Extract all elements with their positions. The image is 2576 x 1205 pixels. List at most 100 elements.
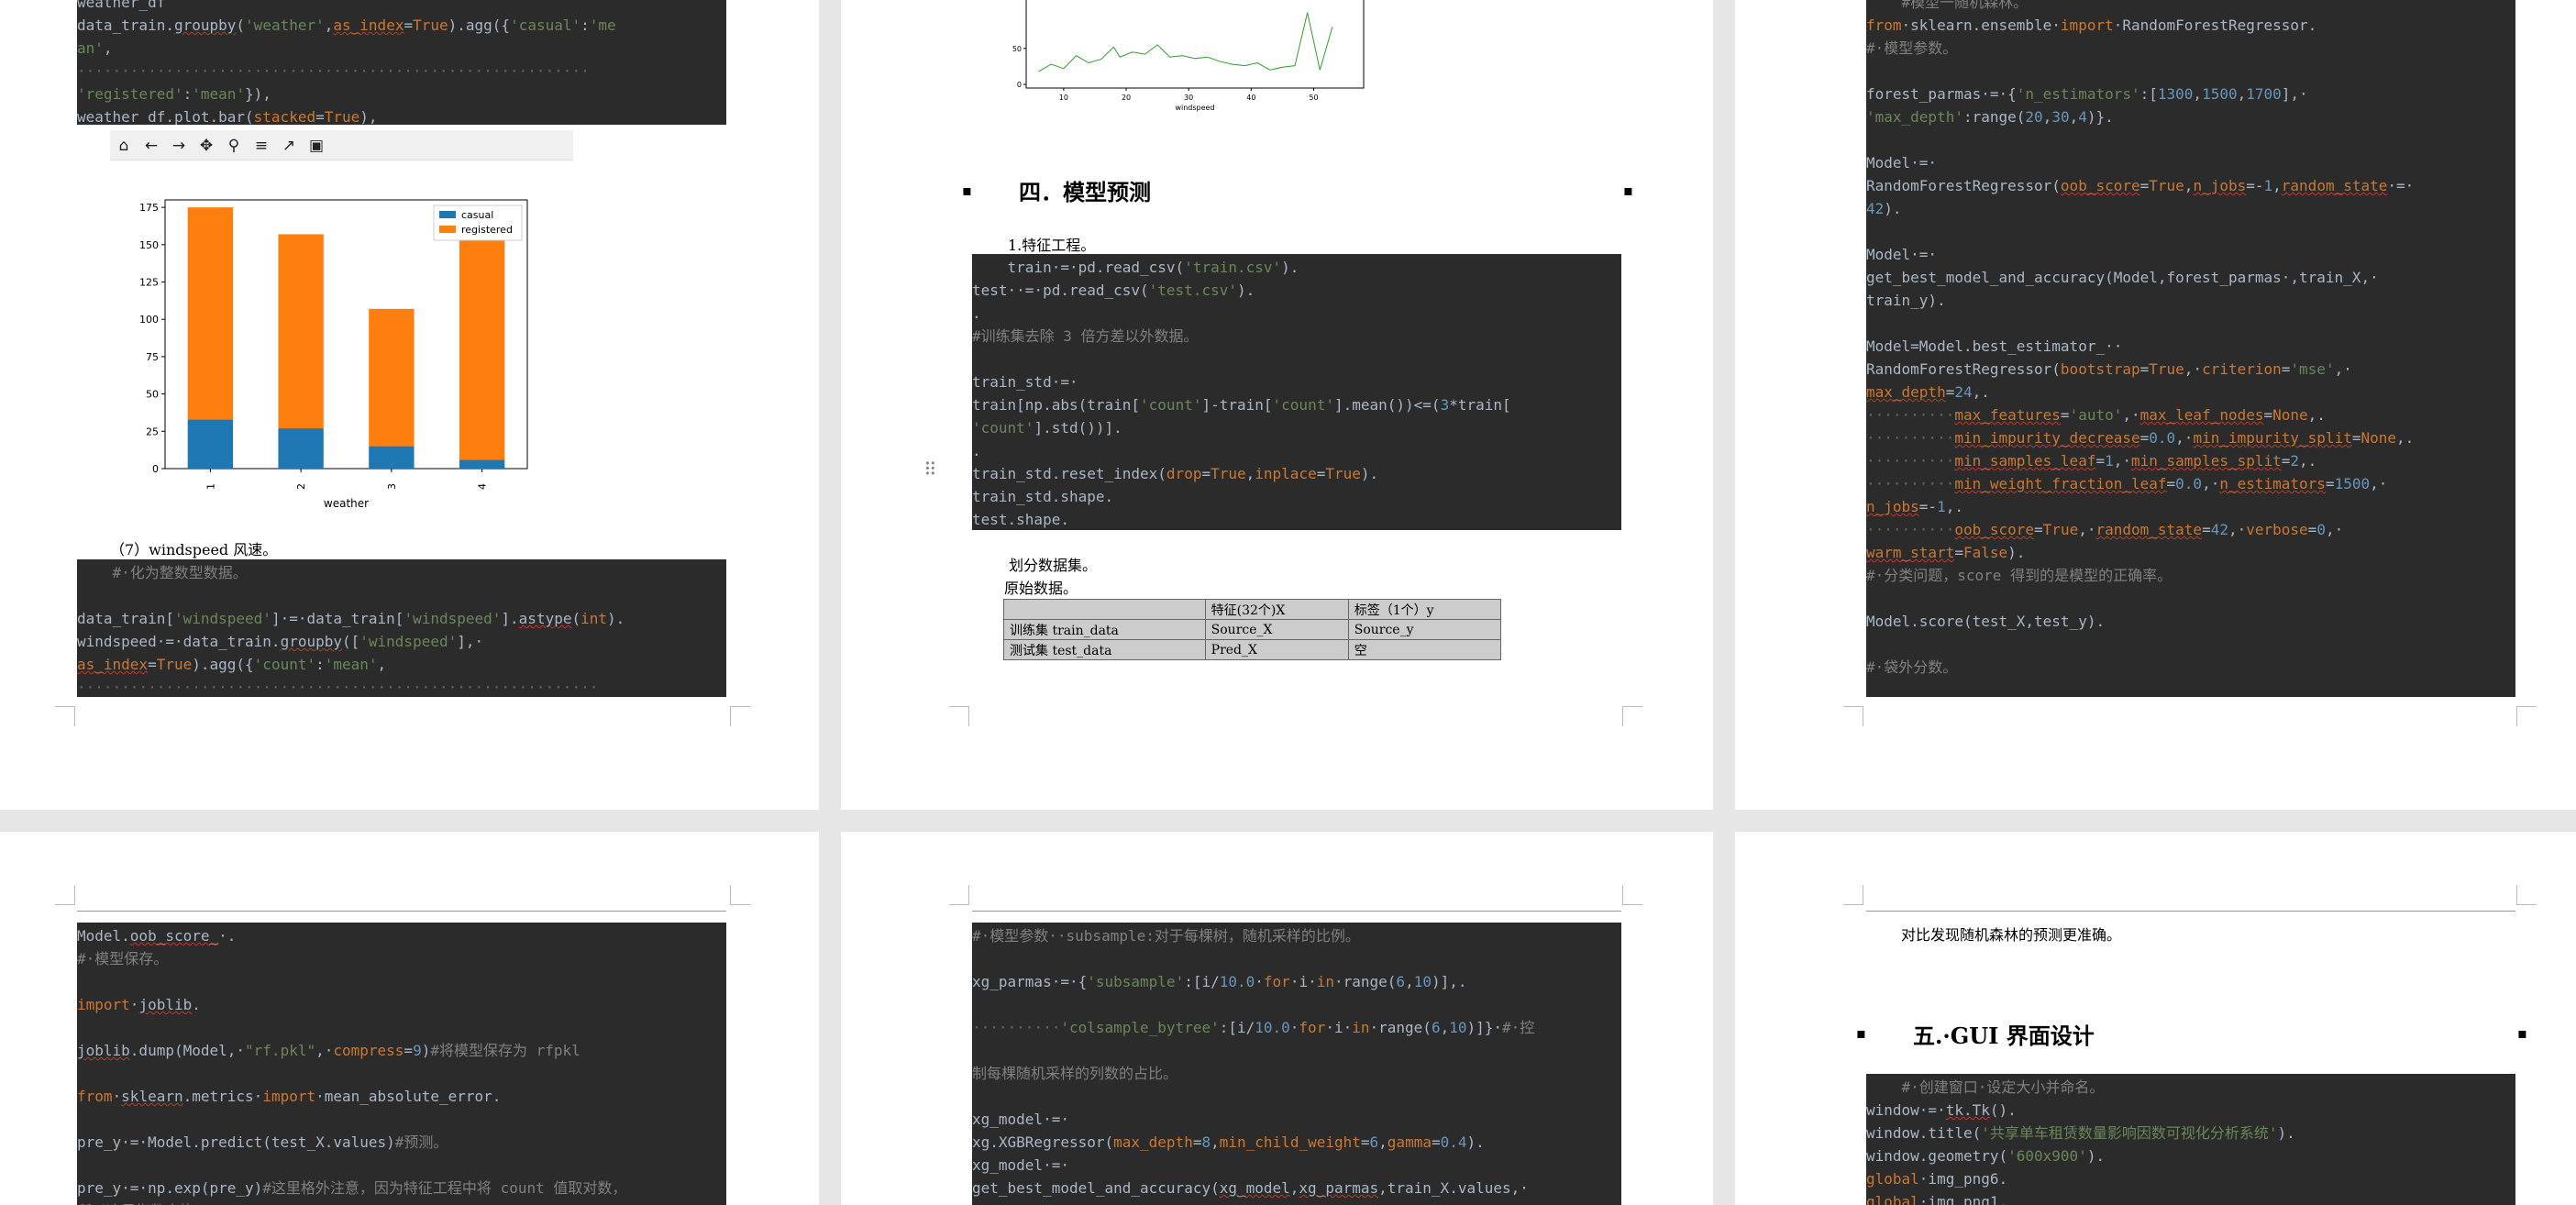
code-line: #·袋外分数。 [1866, 658, 1958, 676]
x-tick-label: 40 [1246, 94, 1255, 102]
code-line: 42). [1866, 200, 1902, 217]
code-line: ········································… [77, 679, 599, 696]
code-block-model-save: Model.oob_score_·. #·模型保存。 import·joblib. j… [77, 923, 726, 1205]
code-line: ········································… [77, 62, 590, 80]
code-line: . [972, 442, 981, 459]
code-line: from·sklearn.metrics·import·mean_absolut… [77, 1088, 502, 1105]
edit-axes-icon[interactable]: ↗ [279, 136, 299, 156]
legend-swatch [439, 226, 456, 233]
code-block-weather: weather_df data_train.groupby('weather',a… [77, 0, 726, 125]
code-line: ··········min_weight_fraction_leaf=0.0,·… [1866, 475, 2388, 492]
code-line: test··=·pd.read_csv('test.csv'). [972, 282, 1255, 299]
code-line: weather_df [77, 0, 166, 11]
bar-registered [187, 207, 234, 420]
code-line: windspeed·=·data_train.groupby(['windspe… [77, 633, 484, 650]
code-line: data_train.groupby('weather',as_index=Tr… [77, 17, 616, 34]
zoom-icon[interactable]: ⚲ [224, 136, 244, 156]
header-rule [972, 911, 1621, 912]
code-line: ··········'colsample_bytree':[i/10.0·for… [972, 1019, 1535, 1036]
code-line: train[np.abs(train['count']-train['count… [972, 396, 1511, 414]
code-line: window·=·tk.Tk(). [1866, 1101, 2017, 1119]
back-arrow-icon[interactable]: ← [141, 136, 161, 156]
comparison-text: 对比发现随机森林的预测更准确。 [1901, 926, 2122, 944]
table-cell: 测试集 test_data [1003, 639, 1206, 660]
code-line: as_index=True).agg({'count':'mean', [77, 656, 387, 673]
code-line: 制每棵随机采样的列数的占比。 [972, 1065, 1178, 1082]
bar-casual [369, 446, 415, 469]
code-line: #·模型参数。 [1866, 39, 1958, 57]
code-line: Model·=· [1866, 246, 1938, 263]
table-row: 训练集 train_data Source_X Source_y [1003, 619, 1502, 640]
x-tick-label: 50 [1309, 94, 1318, 102]
windspeed-caption: （7）windspeed 风速。 [110, 541, 278, 558]
bar-registered [459, 232, 505, 460]
configure-icon[interactable]: ≡ [251, 136, 271, 156]
y-tick-label: 175 [139, 202, 159, 214]
forward-arrow-icon[interactable]: → [169, 136, 189, 156]
table-row: 特征(32个)X 标签（1个）y [1003, 599, 1502, 620]
code-line: train·=·pd.read_csv('train.csv'). [972, 259, 1299, 276]
code-block-windspeed: #·化为整数型数据。 data_train['windspeed']·=·data… [77, 559, 726, 697]
code-line: xg.XGBRegressor(max_depth=8,min_child_we… [972, 1133, 1485, 1151]
y-tick-label: 75 [146, 351, 159, 363]
code-block-gui: #·创建窗口·设定大小并命名。 window·=·tk.Tk(). window.t… [1866, 1074, 2515, 1205]
code-block-feature-engineering: train·=·pd.read_csv('train.csv'). test··=… [972, 254, 1621, 530]
bar-casual [278, 428, 324, 469]
plot-toolbar: ⌂ ← → ✥ ⚲ ≡ ↗ ▣ [110, 130, 573, 160]
code-line: global·img_png6. [1866, 1170, 2008, 1188]
home-icon[interactable]: ⌂ [114, 136, 134, 156]
table-cell: Pred_X [1204, 639, 1349, 660]
legend-label: casual [461, 209, 493, 221]
document-page-4: Model.oob_score_·. #·模型保存。 import·joblib. j… [0, 832, 819, 1205]
bullet-mark: ▪ [1623, 182, 1633, 199]
corner-mark [1843, 885, 1863, 905]
corner-mark [1622, 706, 1642, 726]
code-line: ··········oob_score=True,·random_state=4… [1866, 521, 2344, 538]
header-rule [1866, 911, 2515, 912]
corner-mark [1843, 706, 1863, 726]
code-line: Model·=· [1866, 154, 1938, 171]
document-page-2: 10 20 30 40 50 0 50 windspeed 四．模型预测 ▪ ▪ 1.特征工程… [841, 0, 1713, 810]
corner-mark [55, 885, 75, 905]
code-line: . [972, 304, 981, 322]
pan-icon[interactable]: ✥ [196, 136, 216, 156]
code-line: pre_y·=·Model.predict(test_X.values)#预测。 [77, 1133, 448, 1151]
drag-handle-icon[interactable]: ⠿ [923, 459, 937, 481]
windspeed-line-chart: 10 20 30 40 50 0 50 windspeed [1012, 0, 1365, 112]
code-line: weather_df.plot.bar(stacked=True), [77, 108, 378, 125]
code-line: joblib.dump(Model,·"rf.pkl",·compress=9)… [77, 1042, 580, 1059]
code-line: an', [77, 39, 113, 57]
code-line: #·创建窗口·设定大小并命名。 [1866, 1078, 2105, 1096]
code-line: import·joblib. [77, 996, 201, 1013]
code-line: warm_start=False). [1866, 544, 2026, 561]
x-tick-label: 2 [295, 483, 307, 490]
y-tick-label: 125 [139, 277, 159, 289]
y-tick-label: 25 [146, 426, 159, 437]
code-line: from·sklearn.ensemble·import·RandomFores… [1866, 17, 2317, 34]
document-page-3: #模型一随机森林。 from·sklearn.ensemble·import·Ra… [1735, 0, 2576, 810]
y-tick-label: 0 [1017, 81, 1022, 89]
table-row: 测试集 test_data Pred_X 空 [1003, 639, 1502, 660]
code-line: ··········min_samples_leaf=1,·min_sample… [1866, 452, 2317, 470]
code-line: max_depth=24,. [1866, 383, 1990, 401]
corner-mark [2516, 706, 2537, 726]
corner-mark [730, 706, 750, 726]
save-icon[interactable]: ▣ [306, 136, 326, 156]
x-axis-label: weather [324, 497, 369, 510]
y-tick-label: 100 [139, 314, 159, 326]
corner-mark [1622, 885, 1642, 905]
dataset-table: 特征(32个)X 标签（1个）y 训练集 train_data Source_X Sou… [1003, 599, 1502, 660]
plot-frame [1025, 0, 1365, 89]
x-tick-label: 30 [1184, 94, 1193, 102]
code-line: Model.oob_score_·. [77, 927, 237, 945]
code-line: 'count'].std())]. [972, 419, 1122, 437]
